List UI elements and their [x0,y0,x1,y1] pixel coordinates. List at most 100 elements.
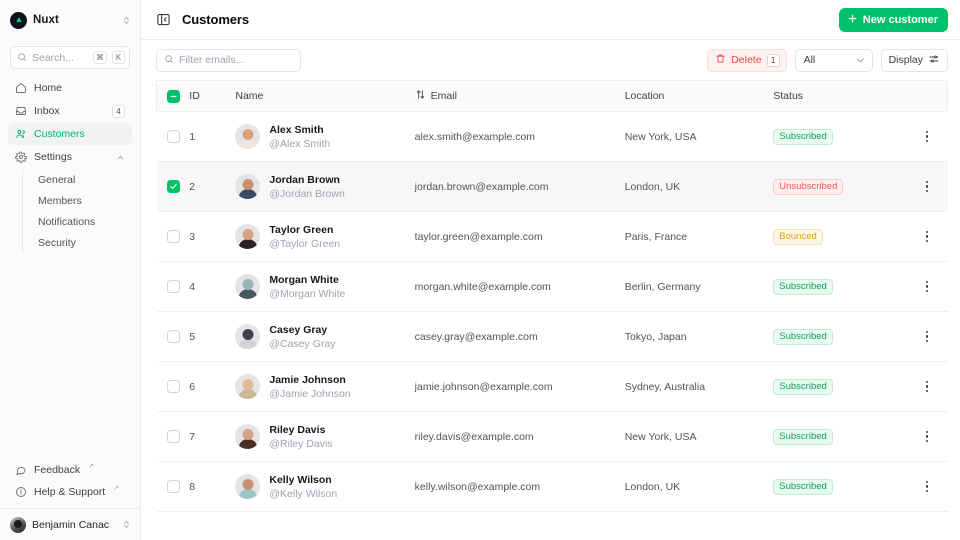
sidebar-item-notifications[interactable]: Notifications [32,212,132,232]
workspace-switcher[interactable]: Nuxt [0,0,140,40]
table-row[interactable]: 4Morgan White@Morgan Whitemorgan.white@e… [157,262,948,312]
row-name-cell: Morgan White@Morgan White [235,262,414,312]
customers-table: ID Name Email Location Status [156,80,948,512]
row-id: 8 [189,462,235,512]
sidebar-spacer [0,253,140,459]
row-actions-button[interactable] [906,481,947,493]
sidebar-item-help[interactable]: Help & Support ↗ [8,481,132,502]
row-actions-button[interactable] [906,281,947,293]
row-location: London, UK [625,462,774,512]
row-checkbox[interactable] [167,430,180,443]
sidebar-item-security[interactable]: Security [32,233,132,253]
row-checkbox[interactable] [167,480,180,493]
row-name: Kelly Wilson [269,473,337,487]
column-header-name[interactable]: Name [235,81,414,112]
table-row[interactable]: 5Casey Gray@Casey Graycasey.gray@example… [157,312,948,362]
sidebar-item-label: Help & Support [34,486,105,498]
search-input[interactable]: Search... ⌘ K [10,46,130,69]
sidebar-item-customers[interactable]: Customers [8,123,132,145]
sidebar: Nuxt Search... ⌘ K Home [0,0,141,540]
row-handle: @Jamie Johnson [269,387,350,401]
status-badge: Subscribed [773,329,833,345]
status-badge: Subscribed [773,379,833,395]
status-badge: Unsubscribed [773,179,843,195]
row-email: casey.gray@example.com [415,312,625,362]
row-status-cell: Bounced [773,212,906,262]
info-circle-icon [15,486,27,498]
display-button[interactable]: Display [881,49,948,72]
row-handle: @Jordan Brown [269,187,344,201]
column-header-status[interactable]: Status [773,81,906,112]
column-header-email[interactable]: Email [415,81,625,112]
main-content: Customers New customer Filter emails... [141,0,960,540]
table-row[interactable]: 1Alex Smith@Alex Smithalex.smith@example… [157,112,948,162]
row-actions-button[interactable] [906,181,947,193]
row-location: Paris, France [625,212,774,262]
chevron-up-icon [116,153,125,162]
avatar [235,424,260,449]
row-location: New York, USA [625,412,774,462]
row-location: Sydney, Australia [625,362,774,412]
row-actions-cell [906,262,947,312]
row-id: 6 [189,362,235,412]
table-row[interactable]: 3Taylor Green@Taylor Greentaylor.green@e… [157,212,948,262]
nuxt-logo-icon [10,12,27,29]
filter-emails-input[interactable]: Filter emails... [156,49,301,72]
row-name-cell: Alex Smith@Alex Smith [235,112,414,162]
table-head: ID Name Email Location Status [157,81,948,112]
row-actions-button[interactable] [906,231,947,243]
row-name: Morgan White [269,273,345,287]
sidebar-item-home[interactable]: Home [8,77,132,99]
row-email: alex.smith@example.com [415,112,625,162]
sidebar-subitem-label: Notifications [38,216,95,228]
row-handle: @Alex Smith [269,137,330,151]
row-actions-button[interactable] [906,431,947,443]
row-checkbox[interactable] [167,180,180,193]
display-label: Display [889,54,923,66]
sidebar-item-members[interactable]: Members [32,191,132,211]
row-name: Jamie Johnson [269,373,350,387]
kbd-cmd: ⌘ [93,51,107,64]
row-checkbox[interactable] [167,230,180,243]
status-filter-value: All [804,54,816,66]
row-name-cell: Riley Davis@Riley Davis [235,412,414,462]
chevron-up-down-icon [122,520,131,529]
row-checkbox[interactable] [167,380,180,393]
sidebar-item-label: Customers [34,128,85,140]
sidebar-nav: Home Inbox 4 Customers Settings [0,73,140,253]
column-header-id[interactable]: ID [189,81,235,112]
row-checkbox[interactable] [167,280,180,293]
user-menu[interactable]: Benjamin Canac [0,508,140,540]
row-checkbox[interactable] [167,330,180,343]
row-name: Casey Gray [269,323,335,337]
panel-left-collapse-icon[interactable] [156,12,171,27]
new-customer-button[interactable]: New customer [839,8,948,32]
avatar [235,274,260,299]
table-row[interactable]: 6Jamie Johnson@Jamie Johnsonjamie.johnso… [157,362,948,412]
row-name: Jordan Brown [269,173,344,187]
status-badge: Subscribed [773,479,833,495]
row-actions-button[interactable] [906,331,947,343]
sidebar-item-inbox[interactable]: Inbox 4 [8,100,132,122]
row-location: Tokyo, Japan [625,312,774,362]
workspace-label: Nuxt [33,14,59,26]
row-actions-button[interactable] [906,381,947,393]
table-row[interactable]: 8Kelly Wilson@Kelly Wilsonkelly.wilson@e… [157,462,948,512]
column-header-email-label: Email [431,90,457,102]
table-row[interactable]: 7Riley Davis@Riley Davisriley.davis@exam… [157,412,948,462]
sidebar-item-settings[interactable]: Settings [8,146,132,168]
status-filter-select[interactable]: All [795,49,873,72]
row-actions-cell [906,362,947,412]
sidebar-item-feedback[interactable]: Feedback ↗ [8,459,132,480]
table-row[interactable]: 2Jordan Brown@Jordan Brownjordan.brown@e… [157,162,948,212]
row-select-cell [157,362,190,412]
delete-button[interactable]: Delete 1 [707,49,786,72]
row-name: Alex Smith [269,123,330,137]
row-checkbox[interactable] [167,130,180,143]
sidebar-item-general[interactable]: General [32,170,132,190]
column-header-location[interactable]: Location [625,81,774,112]
select-all-checkbox[interactable] [167,90,180,103]
row-actions-cell [906,162,947,212]
row-actions-button[interactable] [906,131,947,143]
row-location: Berlin, Germany [625,262,774,312]
